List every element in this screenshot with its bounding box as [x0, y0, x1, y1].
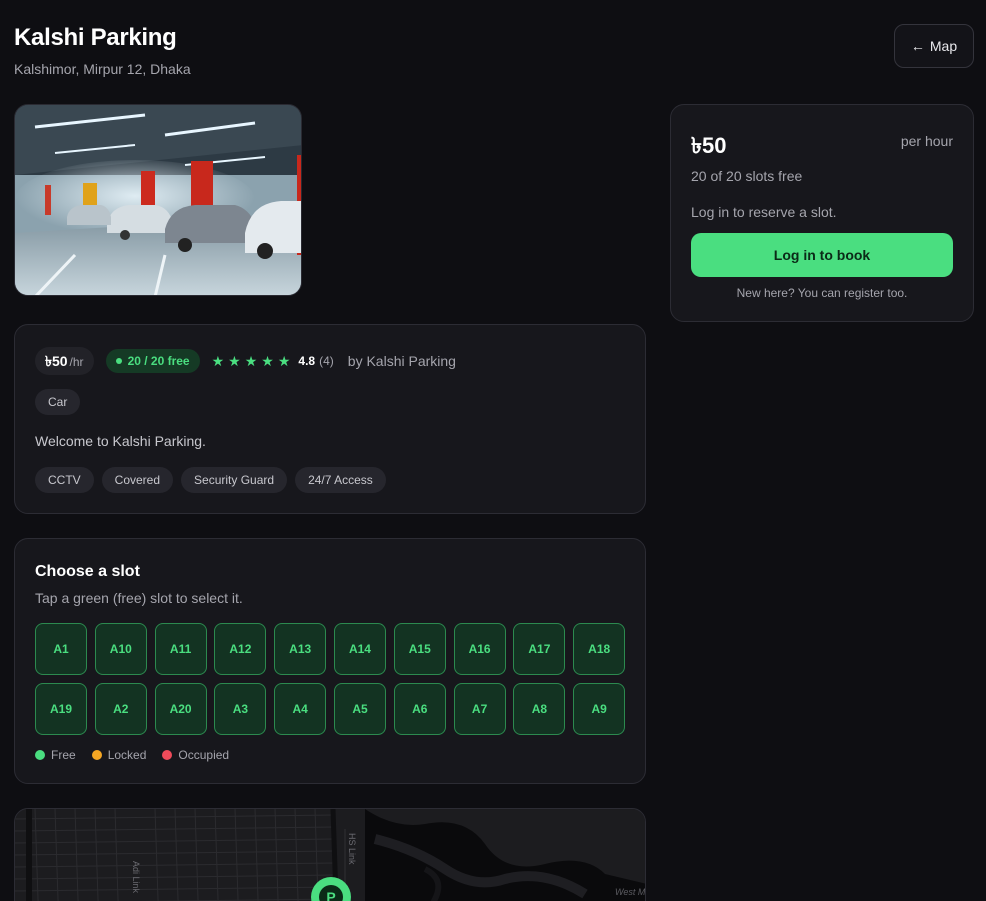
availability-badge: 20 / 20 free — [105, 349, 200, 373]
legend-occupied: Occupied — [162, 748, 229, 762]
slot-section-title: Choose a slot — [35, 563, 140, 580]
rating-value: 4.8 — [298, 354, 316, 368]
occupied-dot-icon — [162, 750, 173, 760]
star-icon: ★ — [228, 352, 241, 369]
slot-button[interactable]: A1 — [35, 623, 87, 675]
locked-dot-icon — [91, 750, 102, 760]
amenity-tag: Security Guard — [181, 467, 288, 493]
star-icon: ★ — [244, 352, 258, 369]
rating-stars: ★ ★ ★ ★ ★ — [212, 353, 291, 370]
slot-button[interactable]: A14 — [333, 623, 386, 675]
booking-login-note: Log in to reserve a slot. — [691, 204, 837, 220]
slot-button[interactable]: A15 — [393, 623, 446, 675]
description-text: Welcome to Kalshi Parking. — [35, 433, 206, 449]
slot-button[interactable]: A17 — [513, 623, 566, 675]
slot-button[interactable]: A16 — [453, 623, 506, 675]
slot-button[interactable]: A8 — [513, 683, 566, 735]
review-count: (4) — [319, 354, 334, 368]
slot-button[interactable]: A2 — [94, 683, 147, 735]
slot-button[interactable]: A6 — [393, 683, 446, 735]
slot-button[interactable]: A10 — [94, 623, 147, 675]
page-header: Kalshi Parking Kalshimor, Mirpur 12, Dha… — [14, 24, 191, 77]
price-badge: ৳50 /hr — [35, 347, 94, 375]
star-icon: ★ — [277, 352, 291, 369]
map-road-label: HS Link — [347, 833, 357, 865]
slot-button[interactable]: A7 — [453, 683, 506, 735]
slot-button[interactable]: A4 — [274, 683, 327, 735]
info-summary-row: ৳50 /hr 20 / 20 free ★ ★ ★ ★ ★ 4.8 (4) b… — [35, 347, 456, 375]
free-dot-icon — [35, 750, 45, 760]
map-place-label: West M — [615, 887, 646, 897]
legend-locked: Locked — [91, 748, 147, 762]
legend-free: Free — [35, 748, 76, 762]
register-note[interactable]: New here? You can register too. — [671, 286, 973, 300]
legend-label: Occupied — [178, 748, 230, 762]
map-road-label: Adi Link — [131, 861, 141, 894]
amenity-tag: CCTV — [35, 467, 94, 493]
slot-button[interactable]: A5 — [333, 683, 386, 735]
map-button-label: Map — [929, 38, 958, 54]
map-canvas: HS Link Adi Link West M P — [15, 809, 646, 901]
owner-name: by Kalshi Parking — [347, 353, 456, 369]
location-map[interactable]: HS Link Adi Link West M P — [14, 808, 646, 901]
legend-label: Locked — [107, 748, 147, 762]
parking-marker-label: P — [326, 889, 335, 901]
legend-label: Free — [51, 748, 76, 762]
login-to-book-button[interactable]: Log in to book — [691, 233, 953, 277]
slot-button[interactable]: A12 — [214, 623, 267, 675]
slot-button[interactable]: A13 — [274, 623, 327, 675]
page-title: Kalshi Parking — [14, 24, 177, 51]
status-dot-icon — [115, 358, 122, 364]
slot-button[interactable]: A3 — [214, 683, 267, 735]
page-address: Kalshimor, Mirpur 12, Dhaka — [14, 61, 191, 77]
parking-photo — [14, 104, 302, 296]
back-to-map-button[interactable]: ← Map — [894, 24, 974, 68]
vehicle-type-tag: Car — [35, 389, 81, 415]
amenity-tag: Covered — [101, 467, 174, 493]
price-unit: /hr — [69, 355, 84, 369]
amenity-tag: 24/7 Access — [295, 467, 386, 493]
star-icon: ★ — [261, 352, 274, 369]
parking-garage-image — [15, 105, 301, 295]
star-icon: ★ — [211, 352, 225, 369]
arrow-left-icon: ← — [910, 38, 925, 54]
slot-selection-card: Choose a slot Tap a green (free) slot to… — [14, 538, 646, 784]
slot-section-subtitle: Tap a green (free) slot to select it. — [35, 590, 243, 606]
booking-availability: 20 of 20 slots free — [691, 168, 803, 184]
slot-legend: Free Locked Occupied — [35, 748, 229, 762]
slot-button[interactable]: A11 — [154, 623, 207, 675]
booking-card: ৳50 per hour 20 of 20 slots free Log in … — [670, 104, 974, 322]
parking-info-card: ৳50 /hr 20 / 20 free ★ ★ ★ ★ ★ 4.8 (4) b… — [14, 324, 646, 514]
booking-price: ৳50 — [691, 133, 727, 158]
slot-button[interactable]: A9 — [573, 683, 626, 735]
amenities-list: CCTV Covered Security Guard 24/7 Access — [35, 467, 386, 493]
price-amount: ৳50 — [45, 353, 68, 369]
slot-button[interactable]: A18 — [573, 623, 626, 675]
slot-grid: A1 A10 A11 A12 A13 A14 A15 A16 A17 A18 A… — [35, 623, 626, 735]
booking-price-unit: per hour — [900, 133, 953, 149]
slot-button[interactable]: A20 — [154, 683, 207, 735]
availability-text: 20 / 20 free — [127, 354, 190, 368]
slot-button[interactable]: A19 — [35, 683, 87, 735]
